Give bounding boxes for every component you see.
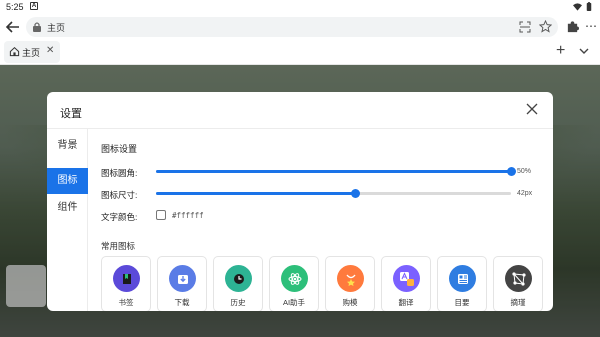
common-icon-news[interactable]: 目要 xyxy=(437,256,487,311)
scan-icon[interactable] xyxy=(519,21,531,33)
size-label: 图标尺寸: xyxy=(101,190,138,200)
icon-label: 购模 xyxy=(342,298,358,307)
common-icon-shopping[interactable]: 购模 xyxy=(325,256,375,311)
lock-icon xyxy=(33,22,41,32)
settings-nav: 背景 图标 组件 xyxy=(47,129,88,311)
news-icon xyxy=(449,265,476,292)
common-icons-grid: 书签 下载 历史 AI助手 购模 翻译 目要 摘瑾 xyxy=(101,256,543,311)
tab-strip: 主页 ✕ + xyxy=(0,40,600,65)
size-slider[interactable] xyxy=(156,187,511,199)
common-icons-title: 常用图标 xyxy=(101,241,136,251)
wifi-icon xyxy=(573,2,582,11)
dialog-title: 设置 xyxy=(60,108,82,120)
settings-dialog: 设置 背景 图标 组件 图标设置 图标圆角: 50% 图标尺寸: 42px 文字… xyxy=(47,92,553,311)
common-icon-ai-assistant[interactable]: AI助手 xyxy=(269,256,319,311)
icon-label: 翻译 xyxy=(398,298,414,307)
download-icon xyxy=(169,265,196,292)
url-text: 主页 xyxy=(47,23,66,33)
common-icon-download[interactable]: 下载 xyxy=(157,256,207,311)
tab-close-icon[interactable]: ✕ xyxy=(46,45,54,56)
tab-home[interactable]: 主页 ✕ xyxy=(4,41,60,63)
status-indicators xyxy=(573,2,592,11)
nav-background[interactable]: 背景 xyxy=(47,133,88,159)
radius-label: 图标圆角: xyxy=(101,168,138,178)
history-icon xyxy=(225,265,252,292)
nav-widgets[interactable]: 组件 xyxy=(47,195,88,221)
close-icon[interactable] xyxy=(525,102,539,116)
size-value: 42px xyxy=(517,190,533,197)
nav-icons[interactable]: 图标 xyxy=(47,168,88,194)
home-icon xyxy=(9,46,20,57)
bookmark-icon xyxy=(113,265,140,292)
text-color-checkbox[interactable] xyxy=(156,210,166,220)
slider-thumb[interactable] xyxy=(507,167,516,176)
radius-value: 50% xyxy=(517,168,532,175)
section-title: 图标设置 xyxy=(101,144,138,154)
battery-icon xyxy=(586,2,592,11)
icon-label: 历史 xyxy=(230,298,246,307)
slider-thumb[interactable] xyxy=(351,189,360,198)
graph-icon xyxy=(505,265,532,292)
star-icon[interactable] xyxy=(539,20,552,33)
common-icon-graph[interactable]: 摘瑾 xyxy=(493,256,543,311)
notification-icon: A xyxy=(30,2,38,10)
text-color-label: 文字颜色: xyxy=(101,212,138,222)
common-icon-bookmark[interactable]: 书签 xyxy=(101,256,151,311)
address-bar-row: 主页 ⋯ xyxy=(0,14,600,40)
text-color-value: #ffffff xyxy=(172,211,204,220)
common-icon-history[interactable]: 历史 xyxy=(213,256,263,311)
status-time: 5:25 xyxy=(6,2,24,12)
icon-label: 摘瑾 xyxy=(510,298,526,307)
shopping-icon xyxy=(337,265,364,292)
slider-fill xyxy=(156,170,511,173)
common-icon-translate[interactable]: 翻译 xyxy=(381,256,431,311)
icon-label: 书签 xyxy=(118,298,134,307)
icon-label: 下载 xyxy=(174,298,190,307)
translate-icon xyxy=(393,265,420,292)
more-menu-icon[interactable]: ⋯ xyxy=(585,19,597,33)
slider-fill xyxy=(156,192,355,195)
tab-label: 主页 xyxy=(22,48,41,58)
radius-slider[interactable] xyxy=(156,165,516,177)
extensions-icon[interactable] xyxy=(566,20,579,33)
status-bar: 5:25 A xyxy=(0,0,600,14)
icon-settings-panel: 图标设置 图标圆角: 50% 图标尺寸: 42px 文字颜色: #ffffff … xyxy=(101,129,543,311)
url-bar[interactable]: 主页 xyxy=(26,17,558,37)
ai-assistant-icon xyxy=(281,265,308,292)
icon-label: 目要 xyxy=(454,298,470,307)
icon-label: AI助手 xyxy=(282,298,306,307)
new-tab-icon[interactable]: + xyxy=(556,43,565,59)
back-arrow-icon[interactable] xyxy=(4,18,22,36)
chevron-down-icon[interactable] xyxy=(578,45,590,57)
